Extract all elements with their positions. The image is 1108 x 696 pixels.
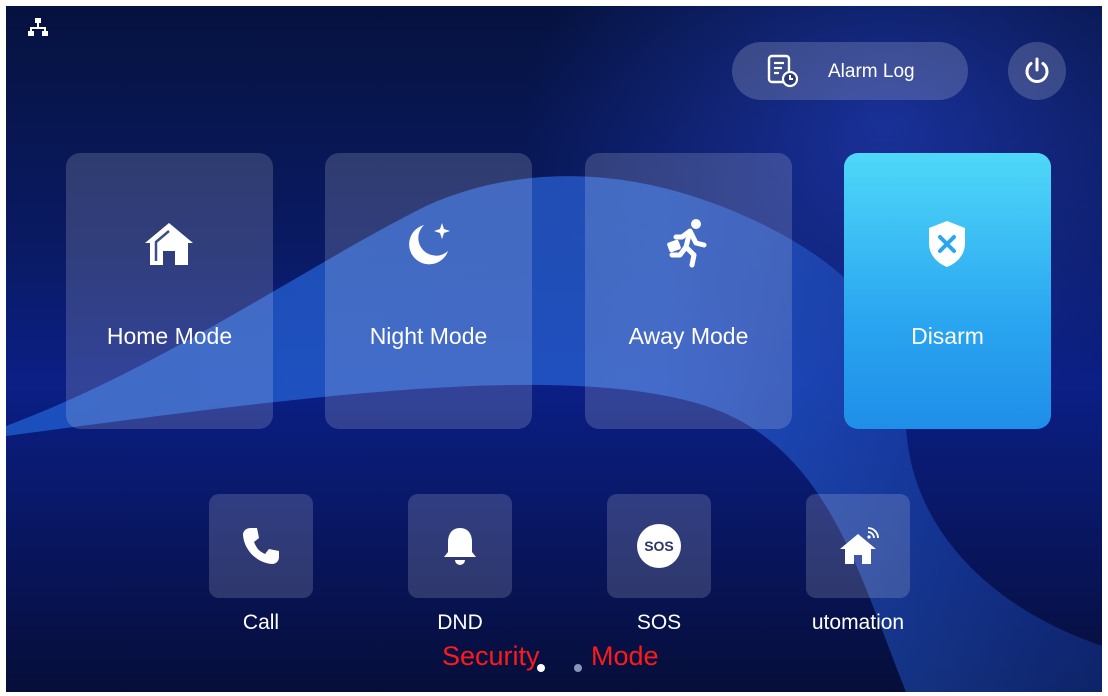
sos-badge-text: SOS — [644, 538, 674, 554]
alarm-log-button[interactable]: Alarm Log — [732, 42, 968, 100]
call-label: Call — [242, 611, 280, 634]
disarm-label: Disarm — [911, 323, 984, 349]
away-mode-card[interactable]: Away Mode — [585, 153, 792, 429]
dnd-label: DND — [437, 611, 483, 634]
page-indicator-dot-2[interactable] — [574, 664, 582, 672]
bell-icon — [444, 528, 476, 565]
away-mode-label: Away Mode — [628, 323, 749, 349]
home-mode-card[interactable]: Home Mode — [66, 153, 273, 429]
automation-label: utomation — [811, 611, 905, 634]
moon-star-icon — [409, 223, 450, 265]
call-button[interactable] — [209, 494, 313, 598]
sos-button[interactable]: SOS — [607, 494, 711, 598]
running-person-icon — [667, 219, 707, 268]
shield-x-icon — [929, 221, 965, 267]
alarm-log-icon — [767, 54, 799, 88]
night-mode-card[interactable]: Night Mode — [325, 153, 532, 429]
dnd-button[interactable] — [408, 494, 512, 598]
smart-home-icon — [840, 527, 879, 564]
home-mode-label: Home Mode — [106, 323, 233, 349]
overlay-caption-security: Security — [442, 641, 540, 671]
power-icon — [1025, 57, 1049, 83]
network-icon — [28, 18, 48, 36]
automation-button[interactable] — [806, 494, 910, 598]
sos-icon: SOS — [637, 524, 681, 568]
overlay-caption-mode: Mode — [591, 641, 659, 671]
home-icon — [145, 223, 193, 265]
page-indicator-dot-1[interactable] — [537, 664, 545, 672]
night-mode-label: Night Mode — [369, 323, 488, 349]
alarm-log-label: Alarm Log — [828, 61, 915, 82]
phone-icon — [243, 528, 279, 564]
sos-label: SOS — [636, 611, 682, 634]
power-button[interactable] — [1008, 42, 1066, 100]
security-screen: Alarm Log Home Mode Night Mode Away Mode — [6, 6, 1102, 692]
disarm-card[interactable]: Disarm — [844, 153, 1051, 429]
